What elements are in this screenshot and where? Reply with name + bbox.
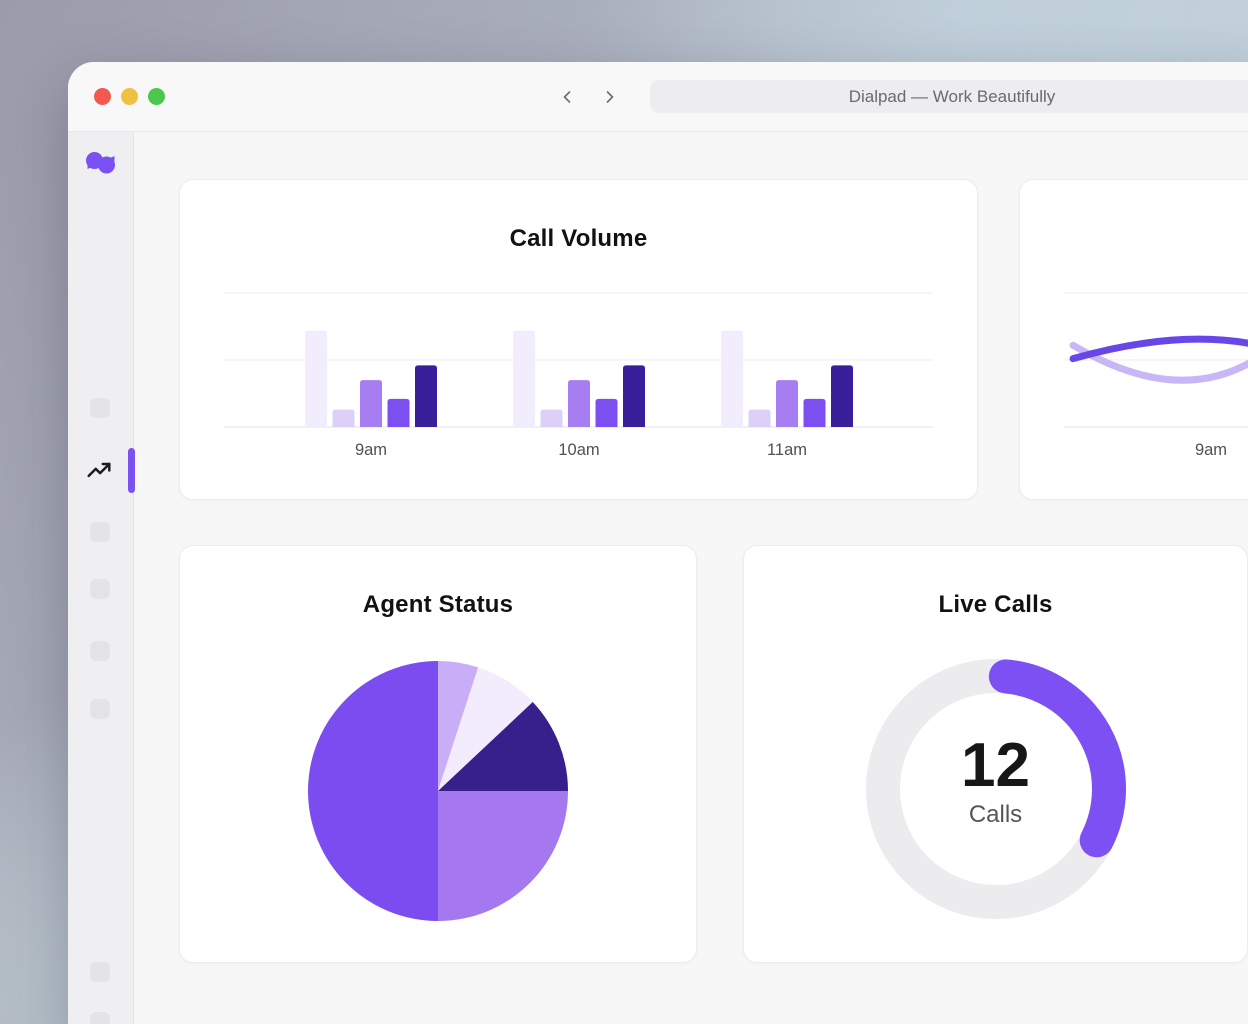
card-call-volume: Call Volume 9am10am11am: [179, 179, 978, 500]
dashboard-content: Call Volume 9am10am11am 9am Agent Status…: [134, 132, 1248, 1024]
sidebar-item-placeholder-1[interactable]: [90, 398, 110, 418]
minimize-window-button[interactable]: [121, 88, 138, 105]
forward-button[interactable]: [599, 86, 621, 108]
active-item-indicator: [128, 448, 135, 493]
desktop-background: Dialpad — Work Beautifully: [0, 0, 1248, 1024]
sidebar-item-placeholder-4[interactable]: [90, 641, 110, 661]
sidebar-item-placeholder-7[interactable]: [90, 1012, 110, 1024]
sidebar-item-placeholder-6[interactable]: [90, 962, 110, 982]
trending-up-icon: [86, 458, 112, 484]
trend-line-chart: 9am: [1020, 180, 1248, 497]
browser-window: Dialpad — Work Beautifully: [68, 62, 1248, 1024]
address-bar[interactable]: Dialpad — Work Beautifully: [650, 80, 1248, 113]
browser-nav: [556, 86, 621, 108]
svg-text:9am: 9am: [355, 441, 387, 459]
sidebar-item-placeholder-2[interactable]: [90, 522, 110, 542]
card-trend-line: 9am: [1019, 179, 1248, 500]
address-bar-title: Dialpad — Work Beautifully: [849, 87, 1056, 107]
svg-text:9am: 9am: [1195, 441, 1227, 459]
chevron-left-icon: [557, 87, 577, 107]
card-agent-status: Agent Status: [179, 545, 697, 963]
window-body: Call Volume 9am10am11am 9am Agent Status…: [68, 132, 1248, 1024]
live-calls-count: 12: [744, 734, 1247, 798]
back-button[interactable]: [556, 86, 578, 108]
sidebar-item-placeholder-3[interactable]: [90, 579, 110, 599]
call-volume-bar-chart: 9am 10am 11am: [180, 180, 975, 497]
close-window-button[interactable]: [94, 88, 111, 105]
sidebar-item-analytics[interactable]: [86, 458, 112, 484]
chevron-right-icon: [600, 87, 620, 107]
card-live-calls: Live Calls 12 Calls: [743, 545, 1248, 963]
sidebar: [68, 132, 134, 1024]
zoom-window-button[interactable]: [148, 88, 165, 105]
live-calls-unit-label: Calls: [744, 801, 1247, 829]
sidebar-item-placeholder-5[interactable]: [90, 699, 110, 719]
svg-text:10am: 10am: [558, 441, 599, 459]
dialpad-logo-icon[interactable]: [84, 150, 118, 185]
agent-status-pie-chart: [180, 546, 694, 960]
browser-titlebar: Dialpad — Work Beautifully: [68, 62, 1248, 132]
svg-text:11am: 11am: [767, 441, 807, 459]
